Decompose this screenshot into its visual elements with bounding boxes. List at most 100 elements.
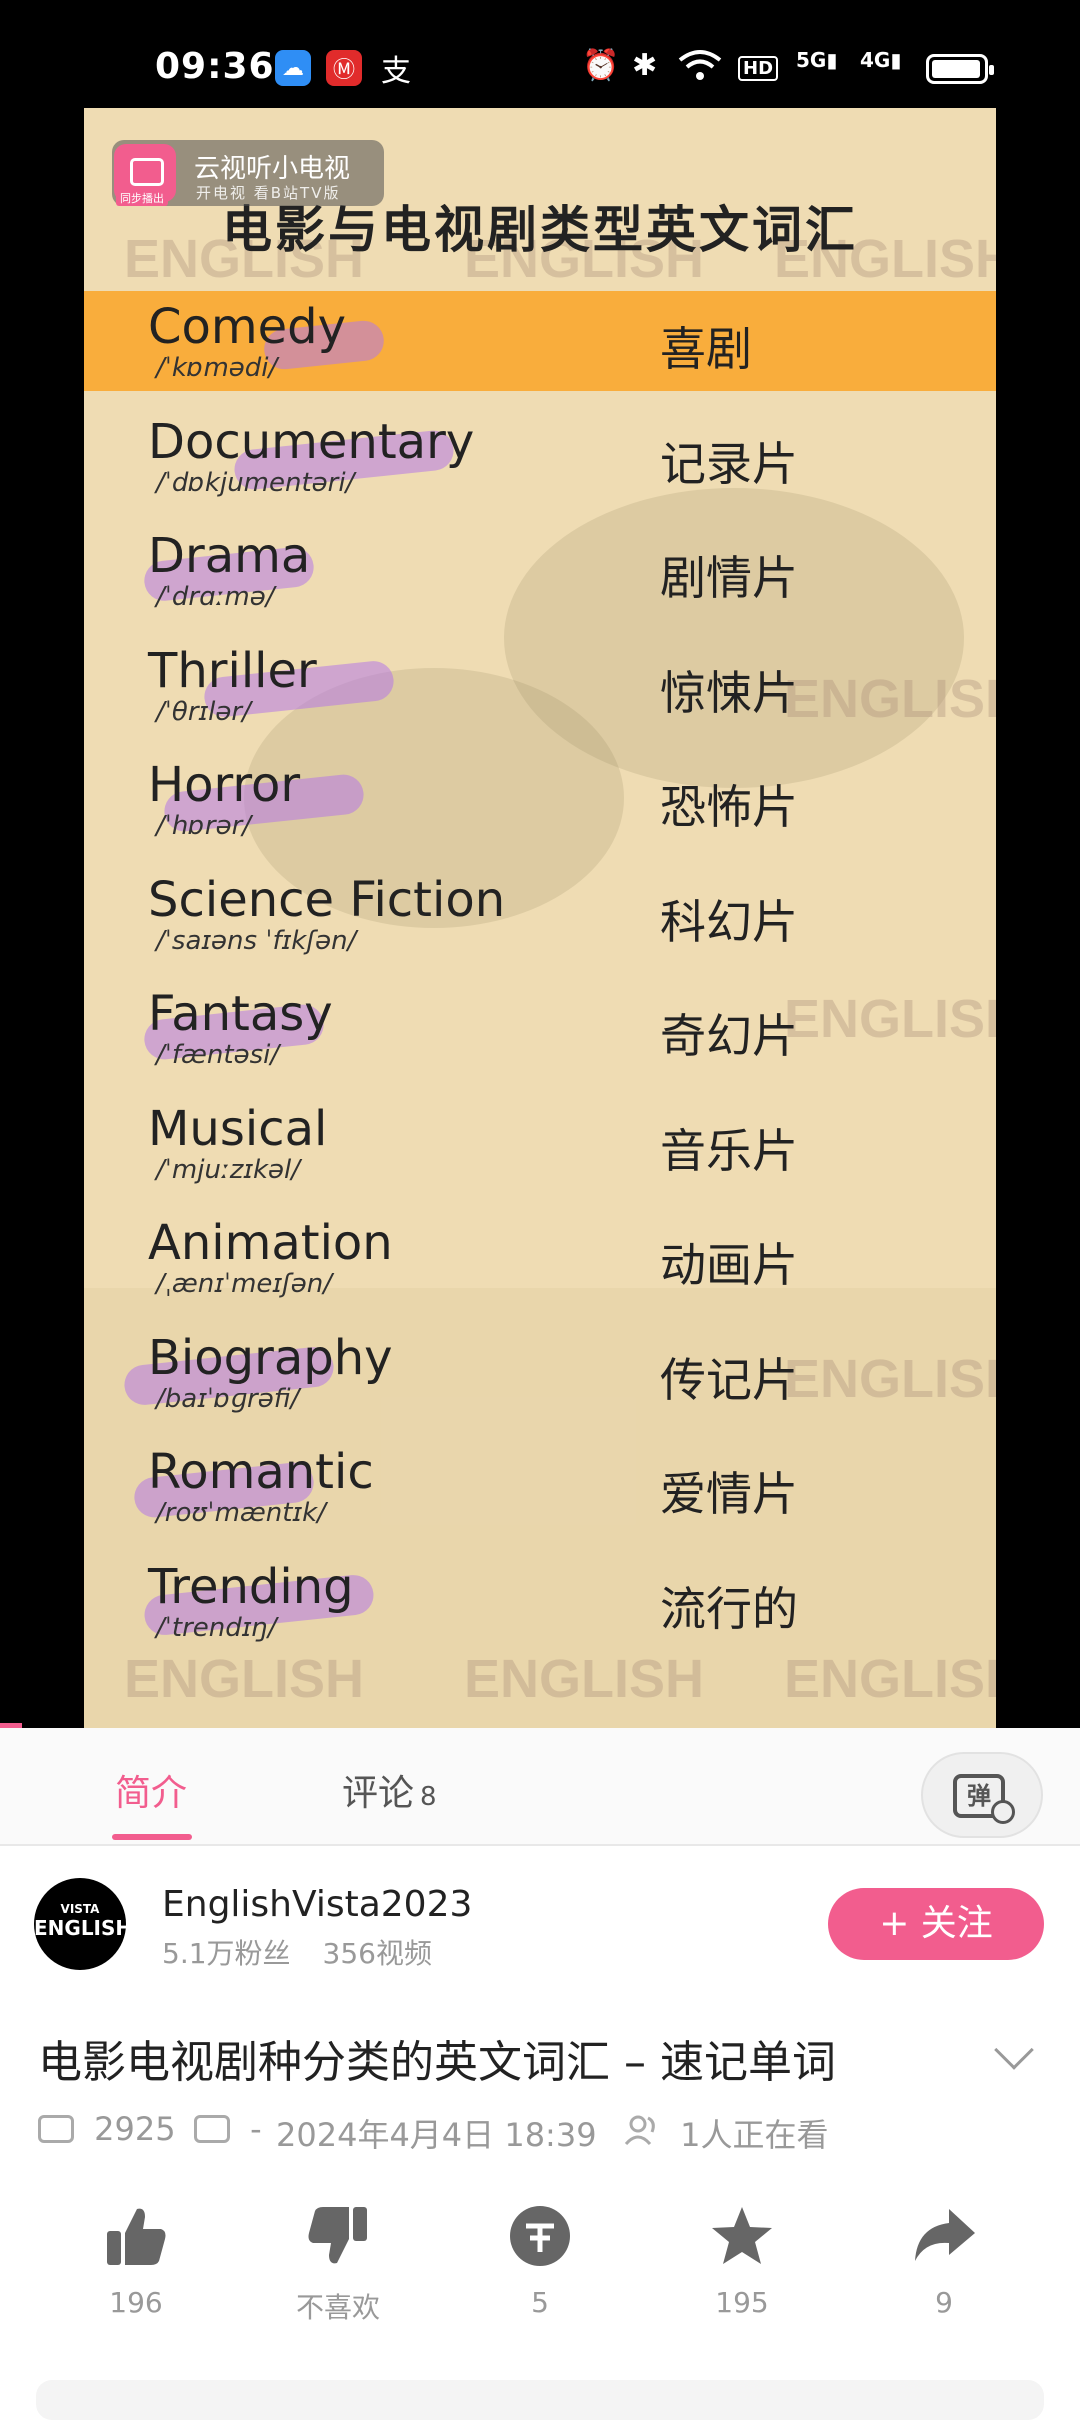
vocab-english-word: Comedy [148, 299, 347, 355]
coin-icon [470, 2196, 610, 2276]
weather-app-icon: ☁ [275, 50, 311, 86]
signal-5g-icon: 5G▮ [796, 48, 838, 72]
vocab-chinese: 音乐片 [660, 1123, 798, 1178]
uploader-stats: 5.1万粉丝 356视频 [162, 1932, 464, 1972]
vocab-phonetic: /ˈdrɑːmə/ [156, 582, 275, 612]
like-count: 196 [109, 2286, 163, 2319]
vocab-row: Thriller/ˈθrɪlər/惊悚片 [84, 635, 996, 735]
vocab-phonetic: /ˈkɒmədi/ [156, 353, 278, 383]
tab-intro[interactable]: 简介 [115, 1764, 187, 1816]
vocab-english-word: Science Fiction [148, 871, 506, 928]
watermark: ENGLISH [464, 1649, 705, 1709]
star-icon [672, 2196, 812, 2276]
danmaku-meta: - [194, 2110, 262, 2148]
hd-voice-icon: HD [738, 56, 779, 81]
vocab-row: Horror/ˈhɒrər/恐怖片 [84, 749, 996, 849]
vocab-row: Comedy/ˈkɒmədi/喜剧 [84, 291, 996, 391]
thumbs-up-icon [66, 2196, 206, 2276]
vocab-phonetic: /roʊˈmæntɪk/ [156, 1498, 326, 1528]
vocab-chinese: 记录片 [660, 436, 798, 491]
watermark: ENGLISH [784, 1649, 996, 1709]
vocab-phonetic: /ˈdɒkjumentəri/ [156, 467, 355, 498]
expand-chevron-icon[interactable] [994, 2030, 1034, 2070]
vocab-chinese: 奇幻片 [660, 1009, 798, 1063]
tv-badge-title: 云视听小电视 [194, 154, 351, 184]
danmaku-off-icon [991, 1800, 1015, 1824]
status-bar: 09:36 ☁ Ⓜ 支 ⏰ ✱ HD 5G▮ 4G▮ [0, 0, 1080, 108]
vocab-row: Biography/baɪˈɒɡrəfi/传记片 [84, 1322, 996, 1422]
vocab-english-word: Fantasy [148, 986, 333, 1042]
tv-badge-tag: 同步播出 [116, 190, 168, 206]
fans-count: 5.1万粉丝 [162, 1937, 291, 1970]
tab-active-indicator [112, 1834, 192, 1840]
dislike-label: 不喜欢 [295, 2291, 380, 2324]
views-count: 2925 [94, 2110, 176, 2148]
vocab-row: Documentary/ˈdɒkjumentəri/记录片 [84, 406, 996, 506]
network-label: 5G [796, 48, 827, 72]
watching-count: 1人正在看 [680, 2116, 829, 2154]
action-bar: 196 不喜欢 5 195 9 [0, 2196, 1080, 2346]
vocab-chinese: 爱情片 [660, 1467, 798, 1521]
coin-button[interactable]: 5 [470, 2196, 610, 2319]
avatar-top-text: VISTA [60, 1902, 100, 1916]
vocab-chinese: 传记片 [660, 1352, 798, 1407]
alipay-app-icon: 支 [381, 54, 411, 89]
vocab-english-word: Biography [148, 1329, 393, 1386]
watermark: ENGLISH [124, 1649, 365, 1709]
tab-comments-label: 评论 [342, 1773, 415, 1814]
bluetooth-icon: ✱ [632, 48, 658, 83]
vocab-english-word: Animation [148, 1215, 393, 1271]
vocab-row: Fantasy/ˈfæntəsi/奇幻片 [84, 978, 996, 1078]
vocab-row: Musical/ˈmjuːzɪkəl/音乐片 [84, 1093, 996, 1193]
watching-meta: 1人正在看 [624, 2110, 829, 2156]
tab-comments[interactable]: 评论 8 [342, 1764, 437, 1816]
tv-cast-badge[interactable]: 同步播出 云视听小电视 开电视 看B站TV版 [112, 140, 384, 206]
video-frame[interactable]: ENGLISH ENGLISH ENGLISH ENGLISH ENGLISH … [84, 108, 996, 1728]
danmaku-count-icon [194, 2115, 230, 2143]
alarm-icon: ⏰ [582, 48, 620, 83]
tv-badge-subtitle: 开电视 看B站TV版 [196, 184, 341, 202]
uploader-name[interactable]: EnglishVista2023 [162, 1884, 472, 1925]
video-player[interactable]: ENGLISH ENGLISH ENGLISH ENGLISH ENGLISH … [0, 108, 1080, 1728]
battery-icon [926, 54, 994, 84]
like-button[interactable]: 196 [66, 2196, 206, 2319]
next-section-card [36, 2380, 1044, 2420]
vocab-chinese: 喜剧 [660, 322, 752, 376]
publish-date: 2024年4月4日 18:39 [276, 2116, 597, 2154]
follow-button[interactable]: + 关注 [828, 1888, 1044, 1960]
vocab-phonetic: /ˈfæntəsi/ [156, 1040, 280, 1070]
danmaku-count: - [250, 2110, 262, 2148]
danmaku-toggle-button[interactable]: 弹 [921, 1752, 1043, 1838]
avatar-main-text: ENGLISH [34, 1916, 133, 1940]
favorite-count: 195 [715, 2286, 769, 2319]
vocab-phonetic: /ˈhɒrər/ [156, 811, 252, 841]
vocab-row: Trending/ˈtrendɪŋ/流行的 [84, 1551, 996, 1651]
share-button[interactable]: 9 [874, 2196, 1014, 2319]
vocab-english-word: Musical [148, 1100, 328, 1157]
vocab-phonetic: /ˈmjuːzɪkəl/ [156, 1154, 301, 1185]
vocab-english-word: Documentary [148, 413, 475, 470]
video-title: 电影电视剧种分类的英文词汇 – 速记单词 [38, 2037, 836, 2088]
vocab-phonetic: /ˈθrɪlər/ [156, 696, 251, 727]
metro-app-icon: Ⓜ [326, 50, 362, 86]
vocab-row: Science Fiction/ˈsaɪəns ˈfɪkʃən/科幻片 [84, 864, 996, 964]
views-meta: 2925 [38, 2110, 176, 2148]
coin-count: 5 [531, 2286, 549, 2319]
favorite-button[interactable]: 195 [672, 2196, 812, 2319]
avatar[interactable]: VISTA ENGLISH [34, 1878, 133, 1970]
people-icon [624, 2115, 674, 2154]
vocab-chinese: 惊悚片 [660, 665, 798, 720]
vocab-english-word: Drama [148, 528, 311, 584]
wifi-icon [678, 48, 722, 90]
vocab-phonetic: /ˈtrendɪŋ/ [156, 1612, 277, 1643]
vocab-chinese: 科幻片 [660, 894, 798, 949]
vocab-english-word: Horror [148, 757, 301, 813]
vocab-row: Drama/ˈdrɑːmə/剧情片 [84, 520, 996, 620]
vocab-row: Romantic/roʊˈmæntɪk/爱情片 [84, 1436, 996, 1536]
vocab-chinese: 剧情片 [660, 551, 798, 605]
signal-4g-icon: 4G▮ [860, 48, 902, 72]
dislike-button[interactable]: 不喜欢 [268, 2196, 408, 2326]
vocab-english-word: Thriller [148, 642, 317, 699]
share-arrow-icon [874, 2196, 1014, 2276]
vocab-chinese: 动画片 [660, 1238, 798, 1292]
